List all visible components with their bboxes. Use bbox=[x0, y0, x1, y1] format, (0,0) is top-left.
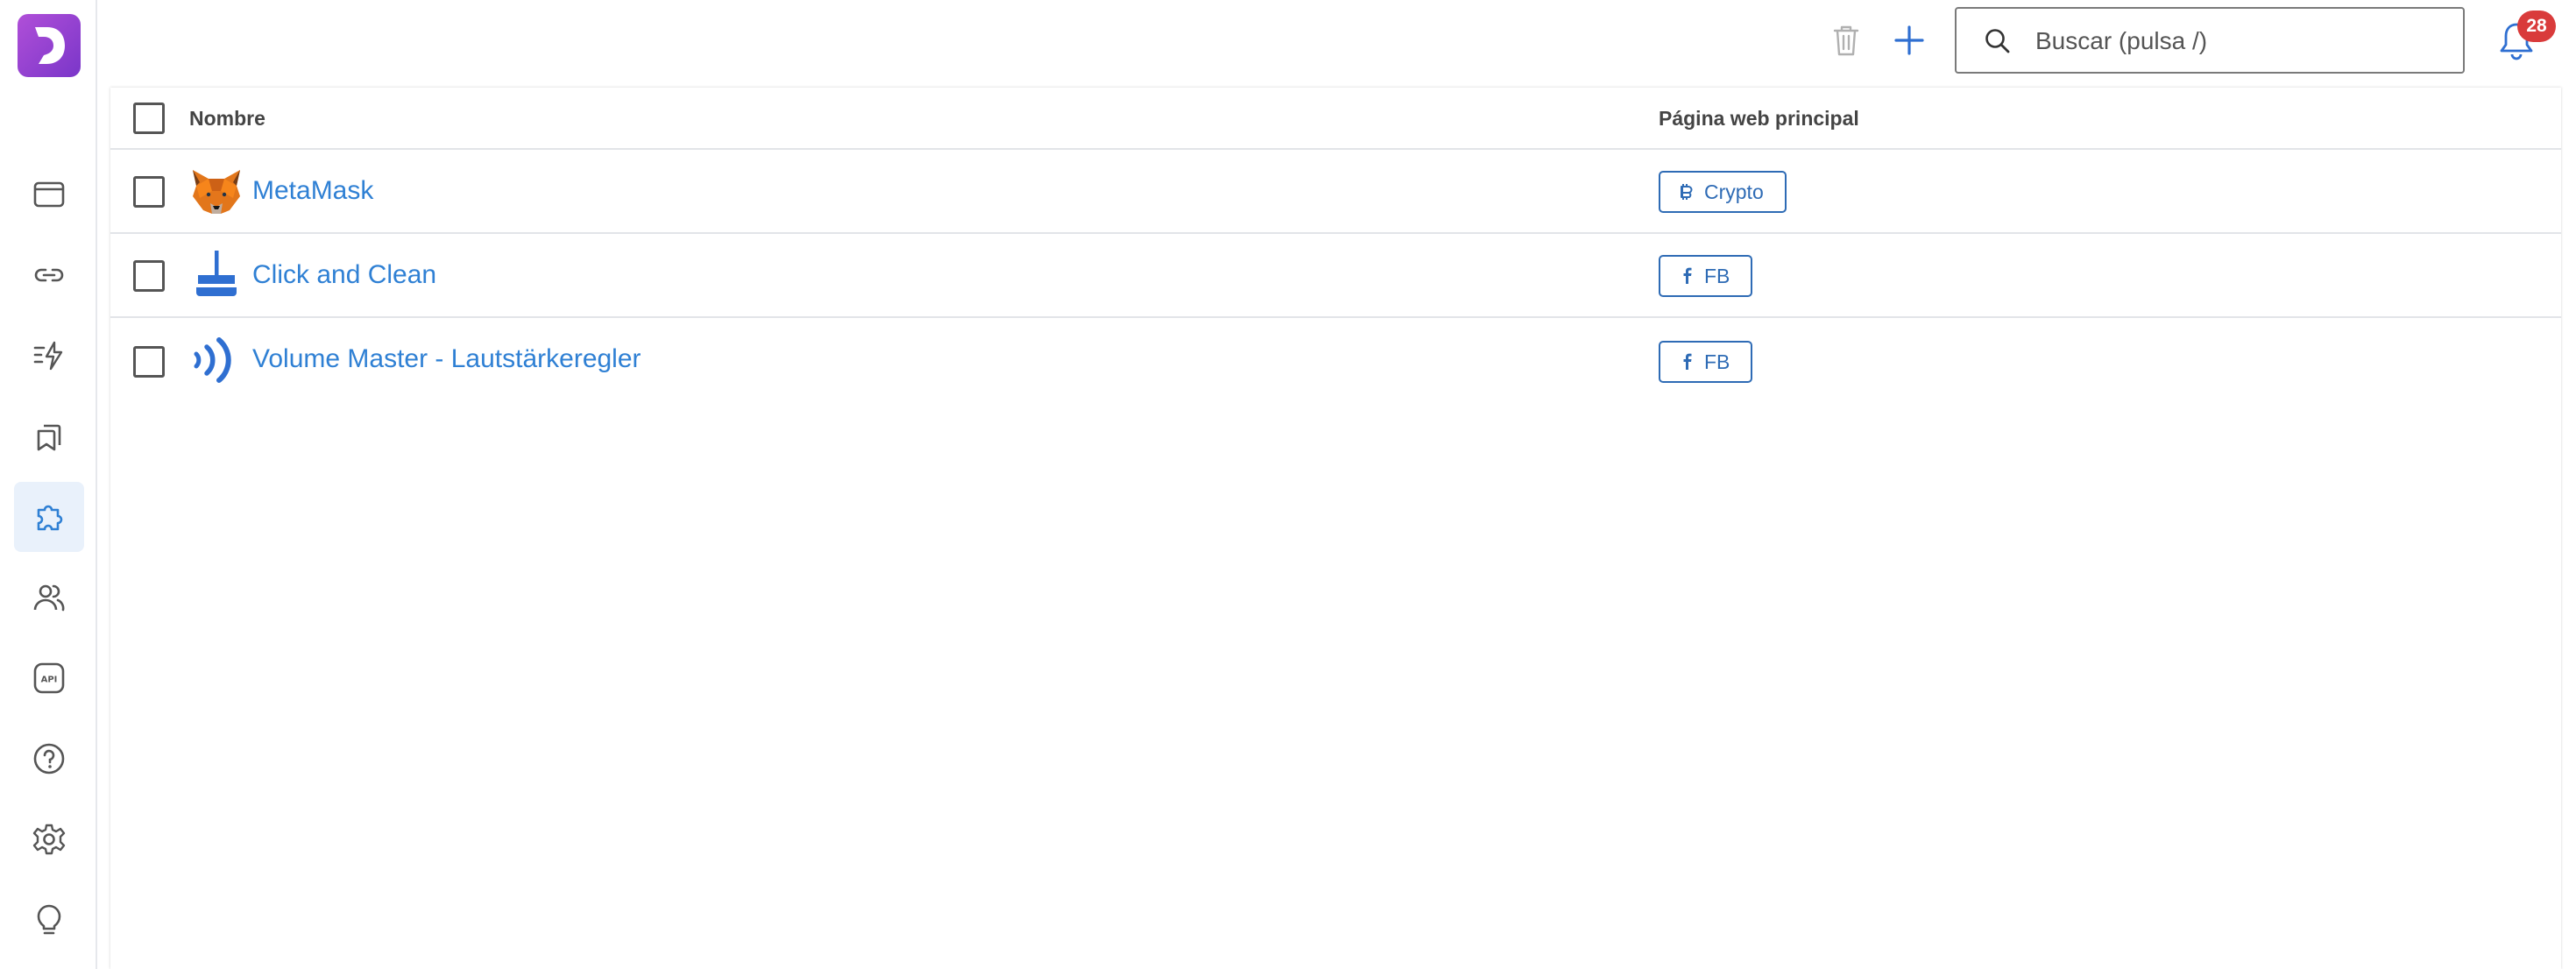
search-input[interactable] bbox=[2034, 21, 2445, 61]
broom-icon bbox=[196, 251, 237, 296]
api-icon: API bbox=[33, 662, 65, 694]
homepage-tag[interactable]: FB bbox=[1659, 341, 1753, 383]
nav-extensions[interactable] bbox=[14, 482, 84, 552]
row-checkbox[interactable] bbox=[133, 176, 165, 208]
homepage-tag-label: FB bbox=[1704, 264, 1730, 287]
nav-users[interactable] bbox=[14, 562, 84, 633]
browser-window-icon bbox=[33, 181, 65, 208]
homepage-tag[interactable]: FB bbox=[1659, 255, 1753, 297]
bookmarks-icon bbox=[37, 424, 61, 451]
column-header-name[interactable]: Nombre bbox=[189, 107, 265, 131]
extensions-table: Nombre Página web principal MetaMask Cry… bbox=[110, 88, 2561, 969]
row-checkbox[interactable] bbox=[133, 260, 165, 292]
gear-icon bbox=[32, 824, 66, 855]
users-icon bbox=[33, 584, 65, 612]
sidebar: API bbox=[0, 0, 97, 969]
bitcoin-icon bbox=[1681, 184, 1693, 200]
select-all-checkbox[interactable] bbox=[133, 103, 165, 134]
search-box[interactable] bbox=[1955, 7, 2465, 74]
table-row: Click and Clean FB bbox=[110, 234, 2561, 318]
nav-links[interactable] bbox=[14, 240, 84, 310]
metamask-fox-icon bbox=[193, 170, 240, 214]
extension-name-link[interactable]: MetaMask bbox=[252, 176, 373, 206]
trash-icon bbox=[1833, 25, 1859, 56]
svg-text:API: API bbox=[41, 675, 58, 685]
column-header-homepage: Página web principal bbox=[1659, 107, 1859, 130]
notification-count-badge: 28 bbox=[2517, 11, 2556, 42]
app-logo[interactable] bbox=[18, 14, 81, 77]
automation-icon bbox=[33, 341, 63, 371]
search-icon bbox=[1983, 26, 2013, 56]
table-row: MetaMask Crypto bbox=[110, 150, 2561, 234]
nav-help[interactable] bbox=[14, 724, 84, 794]
plus-icon bbox=[1894, 25, 1924, 55]
table-row: Volume Master - Lautstärkeregler FB bbox=[110, 318, 2561, 402]
help-icon bbox=[33, 743, 65, 774]
facebook-icon bbox=[1683, 353, 1692, 370]
link-icon bbox=[34, 268, 64, 282]
homepage-tag[interactable]: Crypto bbox=[1659, 171, 1787, 213]
extension-name-link[interactable]: Click and Clean bbox=[252, 260, 436, 290]
nav-bookmarks[interactable] bbox=[14, 401, 84, 471]
facebook-icon bbox=[1683, 267, 1692, 284]
logo-d-icon bbox=[35, 27, 65, 64]
table-header: Nombre Página web principal bbox=[110, 88, 2561, 150]
add-extension-button[interactable] bbox=[1885, 16, 1934, 65]
nav-automation[interactable] bbox=[14, 321, 84, 391]
puzzle-extension-icon bbox=[37, 505, 63, 531]
nav-settings[interactable] bbox=[14, 804, 84, 874]
nav-browser-profiles[interactable] bbox=[14, 159, 84, 230]
homepage-tag-label: Crypto bbox=[1704, 180, 1764, 203]
extension-name-link[interactable]: Volume Master - Lautstärkeregler bbox=[252, 344, 641, 374]
nav-ideas[interactable] bbox=[14, 885, 84, 955]
lightbulb-icon bbox=[37, 904, 61, 935]
delete-button[interactable] bbox=[1822, 16, 1871, 65]
nav-api[interactable]: API bbox=[14, 643, 84, 713]
homepage-tag-label: FB bbox=[1704, 350, 1730, 373]
row-checkbox[interactable] bbox=[133, 346, 165, 378]
volume-waves-icon bbox=[194, 337, 231, 383]
